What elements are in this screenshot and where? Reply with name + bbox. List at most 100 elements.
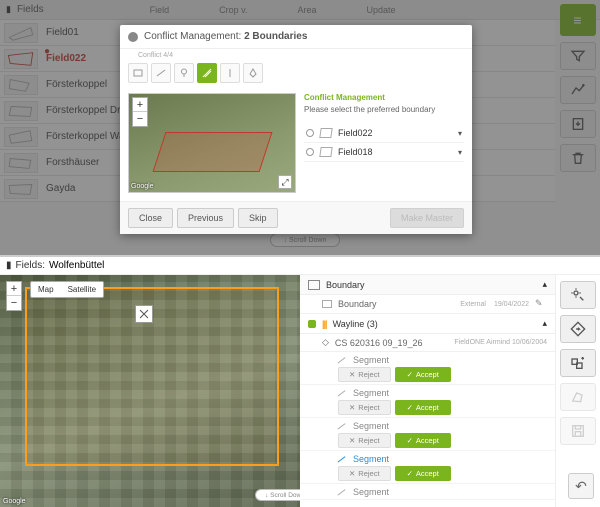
- satellite-mode-button[interactable]: Satellite: [61, 282, 103, 297]
- zoom-out-button[interactable]: −: [133, 112, 147, 126]
- boundary-item[interactable]: Boundary External 19/04/2022 ✎: [300, 295, 555, 314]
- breadcrumb: ▮ Fields: Wolfenbüttel: [0, 257, 600, 275]
- map-zoom: + −: [6, 281, 22, 311]
- boundary-section[interactable]: Boundary ▴: [300, 275, 555, 295]
- zoom-in-button[interactable]: +: [7, 282, 21, 296]
- skip-button[interactable]: Skip: [238, 208, 278, 228]
- crumb-value: Wolfenbüttel: [49, 260, 104, 271]
- top-header: ▮ Fields Field Crop v. Area Update: [0, 0, 600, 20]
- chevron-up-icon: ▴: [542, 318, 547, 329]
- fields-icon: ▮: [6, 260, 12, 271]
- modal-title-prefix: Conflict Management:: [144, 31, 241, 42]
- chevron-down-icon: ▾: [458, 129, 462, 138]
- tag-icon: ◇: [322, 337, 329, 348]
- modal-right-title: Conflict Management: [304, 93, 464, 102]
- modal-footer: Close Previous Skip Make Master: [120, 201, 472, 234]
- tool-pin[interactable]: [174, 63, 194, 83]
- fullscreen-button[interactable]: ⤢: [278, 175, 292, 189]
- polygon-icon: [322, 300, 332, 308]
- section-label: Boundary: [326, 280, 365, 290]
- modal-right-sub: Please select the preferred boundary: [304, 105, 464, 114]
- accept-button[interactable]: ✓ Accept: [395, 466, 451, 481]
- menu-button[interactable]: ≡: [560, 4, 596, 36]
- accept-button[interactable]: ✓ Accept: [395, 433, 451, 448]
- boundary-option[interactable]: Field022 ▾: [304, 124, 464, 143]
- modal-right-panel: Conflict Management Please select the pr…: [304, 93, 464, 193]
- option-label: Field022: [338, 128, 373, 138]
- field-map[interactable]: + − Map Satellite Google ↓ Scroll Down: [0, 275, 300, 507]
- scroll-down-hint[interactable]: ↓ Scroll Down: [255, 489, 300, 501]
- item-label: CS 620316 09_19_26: [335, 338, 423, 348]
- locate-button[interactable]: [560, 281, 596, 309]
- layers-panel: Boundary ▴ Boundary External 19/04/2022 …: [300, 275, 555, 507]
- field-shape-icon: [4, 23, 38, 43]
- col-update: Update: [367, 5, 396, 15]
- segment-label: Segment: [353, 388, 389, 398]
- save-button[interactable]: [560, 417, 596, 445]
- status-dot-icon: [308, 320, 316, 328]
- shape-button[interactable]: [560, 383, 596, 411]
- field-shape-icon: [4, 75, 38, 95]
- make-master-button[interactable]: Make Master: [390, 208, 464, 228]
- header-title: Fields: [17, 4, 44, 15]
- accept-button[interactable]: ✓ Accept: [395, 367, 451, 382]
- segment-label: Segment: [353, 421, 389, 431]
- wayline-section[interactable]: ||| Wayline (3) ▴: [300, 314, 555, 334]
- field-shape-icon: [4, 179, 38, 199]
- modal-header: Conflict Management: 2 Boundaries: [120, 25, 472, 49]
- radio-icon: [306, 148, 314, 156]
- modal-step: Conflict 4/4: [120, 49, 472, 59]
- modal-toolbar: [120, 59, 472, 87]
- modal-map[interactable]: + − ⤢ Google: [128, 93, 296, 193]
- zoom-in-button[interactable]: +: [133, 98, 147, 112]
- import-button[interactable]: [560, 110, 596, 138]
- tool-path[interactable]: [151, 63, 171, 83]
- item-meta: FieldONE Airmind 10/06/2004: [454, 339, 547, 346]
- tool-line[interactable]: [220, 63, 240, 83]
- radio-icon: [306, 129, 314, 137]
- delete-button[interactable]: [560, 144, 596, 172]
- segment-label: Segment: [353, 355, 389, 365]
- filter-button[interactable]: [560, 42, 596, 70]
- reject-button[interactable]: ✕ Reject: [338, 433, 391, 448]
- modal-title-count: 2 Boundaries: [244, 31, 307, 42]
- item-meta: External 19/04/2022: [460, 301, 529, 308]
- tool-crop[interactable]: [197, 63, 217, 83]
- boundary-option[interactable]: Field018 ▾: [304, 143, 464, 162]
- directions-button[interactable]: [560, 315, 596, 343]
- shape-icon: [319, 147, 332, 157]
- scroll-down-hint[interactable]: ↓ Scroll Down: [270, 233, 340, 247]
- previous-button[interactable]: Previous: [177, 208, 234, 228]
- reject-button[interactable]: ✕ Reject: [338, 367, 391, 382]
- segment-label: Segment: [353, 454, 389, 464]
- col-area: Area: [298, 5, 317, 15]
- field-shape-icon: [4, 153, 38, 173]
- right-toolbar: ≡: [555, 0, 600, 255]
- edit-icon[interactable]: ✎: [535, 298, 547, 310]
- reject-button[interactable]: ✕ Reject: [338, 466, 391, 481]
- add-layer-button[interactable]: [560, 349, 596, 377]
- map-mode-button[interactable]: Map: [31, 282, 61, 297]
- zoom-out-button[interactable]: −: [7, 296, 21, 310]
- google-logo: Google: [3, 498, 26, 505]
- segment-item: Segment ✕ Reject ✓ Accept: [300, 385, 555, 418]
- crumb-prefix: Fields:: [16, 260, 45, 271]
- accept-button[interactable]: ✓ Accept: [395, 400, 451, 415]
- field-shape-icon: [4, 127, 38, 147]
- field-shape-icon: [4, 49, 38, 69]
- col-field: Field: [150, 5, 170, 15]
- column-headers: Field Crop v. Area Update: [150, 5, 396, 15]
- chevron-down-icon: ▾: [458, 148, 462, 157]
- map-marker-tool[interactable]: [135, 305, 153, 323]
- conflict-icon: [128, 32, 138, 42]
- google-logo: Google: [131, 183, 154, 190]
- reject-button[interactable]: ✕ Reject: [338, 400, 391, 415]
- segment-item: Segment ✕ Reject ✓ Accept: [300, 451, 555, 484]
- modal-zoom: + −: [132, 97, 148, 127]
- close-button[interactable]: Close: [128, 208, 173, 228]
- add-field-button[interactable]: [560, 76, 596, 104]
- cs-item[interactable]: ◇ CS 620316 09_19_26 FieldONE Airmind 10…: [300, 334, 555, 352]
- undo-button[interactable]: ↶: [568, 473, 594, 499]
- tool-polygon[interactable]: [128, 63, 148, 83]
- tool-marker[interactable]: [243, 63, 263, 83]
